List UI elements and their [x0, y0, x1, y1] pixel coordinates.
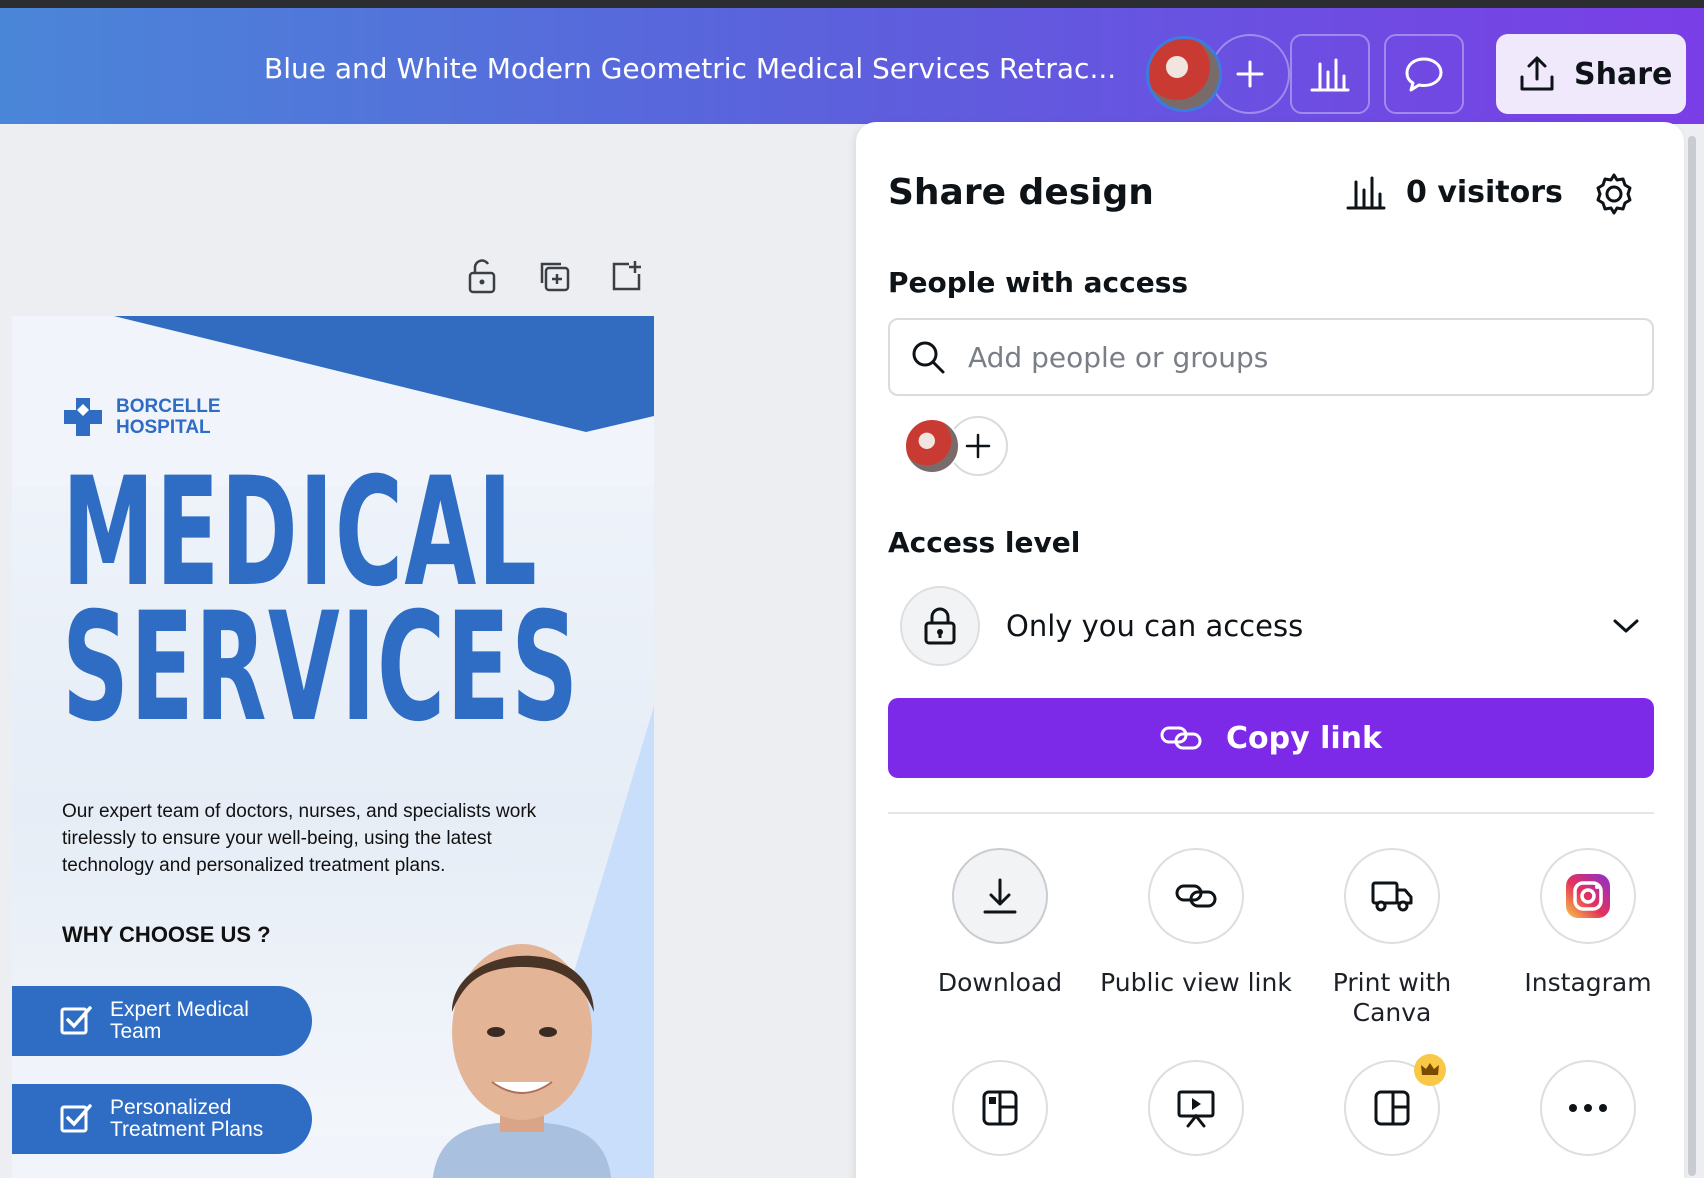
more-button[interactable] [1540, 1060, 1636, 1156]
copy-link-label: Copy link [1226, 720, 1382, 756]
public-view-link-button[interactable] [1148, 848, 1244, 944]
add-people-input[interactable]: Add people or groups [968, 341, 1268, 374]
more-options[interactable] [1490, 1060, 1686, 1156]
window-top-strip [0, 0, 1704, 8]
panel-scrollbar[interactable] [1688, 136, 1696, 1176]
instagram-option[interactable]: Instagram [1490, 848, 1686, 998]
gear-icon [1596, 173, 1632, 215]
download-button[interactable] [952, 848, 1048, 944]
divider [888, 812, 1654, 814]
headline: MEDICAL SERVICES [62, 458, 580, 755]
design-page[interactable]: BORCELLE HOSPITAL MEDICAL SERVICES Our e… [12, 316, 654, 1178]
people-with-access-heading: People with access [888, 266, 1189, 299]
download-option[interactable]: Download [902, 848, 1098, 998]
link-icon [1175, 884, 1217, 908]
add-collaborator-button[interactable] [1210, 34, 1290, 114]
search-icon [912, 341, 945, 374]
print-with-canva-button[interactable] [1344, 848, 1440, 944]
instagram-button[interactable] [1540, 848, 1636, 944]
link-icon [1160, 726, 1202, 750]
access-level-dropdown[interactable]: Only you can access [900, 586, 1654, 666]
logo-line-1: BORCELLE [116, 396, 221, 417]
feature-pill-label: Expert Medical Team [110, 998, 249, 1043]
analytics-icon [1310, 58, 1350, 92]
public-view-link-option[interactable]: Public view link [1098, 848, 1294, 998]
lock-badge [900, 586, 980, 666]
visitors-count: 0 visitors [1406, 174, 1563, 210]
layout-icon [982, 1090, 1018, 1126]
document-title[interactable]: Blue and White Modern Geometric Medical … [264, 52, 1116, 85]
lock-page-button[interactable] [464, 256, 500, 296]
share-button[interactable]: Share [1496, 34, 1686, 114]
user-avatar[interactable] [1146, 36, 1222, 112]
editor-header: Blue and White Modern Geometric Medical … [0, 8, 1704, 124]
headline-line-2: SERVICES [62, 581, 580, 755]
add-people-search[interactable]: Add people or groups [888, 318, 1654, 396]
unlock-icon [468, 259, 496, 294]
analytics-button[interactable] [1290, 34, 1370, 114]
access-level-value: Only you can access [1006, 609, 1304, 643]
feature-pill: Personalized Treatment Plans [12, 1084, 312, 1154]
plus-icon [1236, 60, 1264, 88]
feature-pill: Expert Medical Team [12, 986, 312, 1056]
present-button[interactable] [1148, 1060, 1244, 1156]
why-heading: WHY CHOOSE US ? [62, 922, 271, 947]
premium-layout-button[interactable] [1344, 1054, 1446, 1156]
premium-layout-icon [1374, 1090, 1410, 1126]
share-panel: Share design 0 visitors People with acce… [856, 122, 1684, 1178]
duplicate-page-button[interactable] [536, 256, 572, 296]
crown-badge [1414, 1054, 1446, 1086]
copy-link-button[interactable]: Copy link [888, 698, 1654, 778]
panel-title: Share design [888, 172, 1154, 213]
body-copy: Our expert team of doctors, nurses, and … [62, 801, 537, 876]
share-settings-button[interactable] [1592, 172, 1636, 220]
more-icon [1569, 1104, 1607, 1112]
truck-icon [1371, 881, 1413, 912]
logo-line-2: HOSPITAL [116, 417, 211, 438]
access-level-heading: Access level [888, 526, 1081, 559]
public-view-link-label: Public view link [1100, 968, 1292, 997]
add-page-icon [612, 261, 641, 291]
share-upload-icon [1520, 56, 1554, 91]
visitors-stat[interactable]: 0 visitors [1346, 174, 1563, 210]
instagram-icon [1566, 874, 1610, 918]
feature-pill-label: Personalized Treatment Plans [110, 1096, 264, 1141]
comment-icon [1405, 57, 1443, 92]
doctor-photo [432, 944, 612, 1178]
layout-button[interactable] [952, 1060, 1048, 1156]
present-option[interactable] [1098, 1060, 1294, 1156]
page-tools [464, 256, 644, 296]
premium-layout-option[interactable] [1294, 1054, 1490, 1156]
instagram-label: Instagram [1524, 968, 1652, 997]
download-icon [983, 878, 1017, 914]
download-label: Download [937, 968, 1063, 997]
chevron-down-icon [1613, 619, 1639, 633]
presentation-icon [1177, 1090, 1215, 1128]
print-with-canva-option[interactable]: Print with Canva [1294, 848, 1490, 1028]
layout-option[interactable] [902, 1060, 1098, 1156]
add-page-button[interactable] [608, 256, 644, 296]
checkbox-icon [60, 1006, 92, 1035]
checkbox-icon [60, 1104, 92, 1133]
comment-button[interactable] [1384, 34, 1464, 114]
plus-icon [965, 433, 991, 459]
lock-icon [924, 607, 956, 645]
duplicate-icon [540, 262, 570, 292]
analytics-icon [1346, 176, 1386, 210]
medical-cross-icon [64, 398, 102, 436]
collaborator-avatar[interactable] [904, 418, 960, 474]
share-button-label: Share [1574, 56, 1673, 92]
print-with-canva-label: Print with Canva [1332, 968, 1452, 1027]
crown-icon [1421, 1063, 1439, 1075]
hospital-logo: BORCELLE HOSPITAL [62, 396, 221, 438]
